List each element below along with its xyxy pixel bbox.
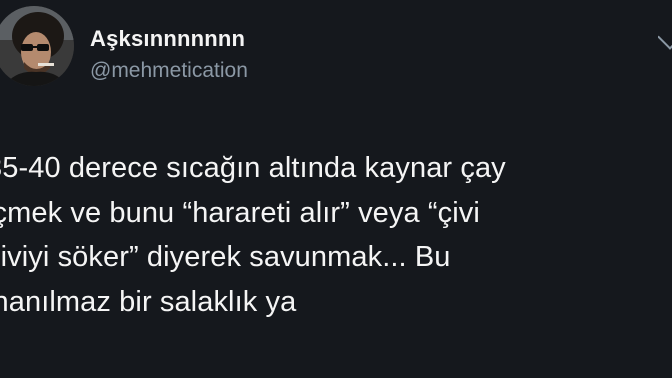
chevron-down-icon[interactable] [658, 28, 672, 50]
author-handle[interactable]: @mehmetication [90, 59, 248, 83]
tweet-text-line: 35-40 derece sıcağın altında kaynar çay [0, 152, 506, 184]
avatar[interactable] [0, 6, 74, 86]
author-display-name[interactable]: Aşksınnnnnnn [90, 26, 245, 52]
tweet-text: 35-40 derece sıcağın altında kaynar çay … [0, 146, 672, 324]
tweet-text-line: inanılmaz bir salaklık ya [0, 285, 297, 318]
tweet-text-line: çiviyi söker” diyerek savunmak... Bu [0, 241, 451, 273]
profile-photo-avatar-icon [0, 6, 74, 86]
tweet-text-line: içmek ve bunu “harareti alır” veya “çivi [0, 196, 480, 229]
